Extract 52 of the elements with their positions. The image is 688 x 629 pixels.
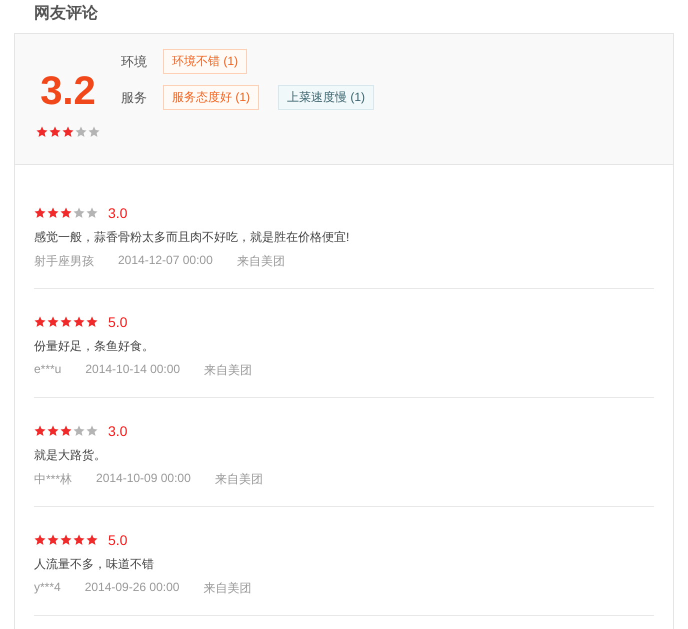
star-icon <box>36 126 48 138</box>
star-icon <box>60 316 72 328</box>
review-user: y***4 <box>34 580 61 596</box>
star-icon <box>86 316 98 328</box>
star-icon <box>47 534 59 546</box>
star-icon <box>73 207 85 219</box>
star-icon <box>86 207 98 219</box>
star-icon <box>62 126 74 138</box>
star-icon <box>88 126 100 138</box>
review-source: 来自美团 <box>214 471 263 488</box>
star-icon <box>60 207 72 219</box>
star-icon <box>75 126 87 138</box>
review-score: 5.0 <box>108 532 128 548</box>
review-text: 人流量不多，味道不错 <box>34 556 155 573</box>
review-time: 2014-12-07 00:00 <box>118 253 213 269</box>
category-label: 服务 <box>121 88 148 106</box>
category-label: 环境 <box>121 52 148 70</box>
review-text: 就是大路货。 <box>34 447 107 464</box>
star-icon <box>47 316 59 328</box>
review-time: 2014-10-14 00:00 <box>85 362 180 378</box>
review-source: 来自美团 <box>203 580 252 597</box>
section-title: 网友评论 <box>33 4 99 24</box>
star-icon <box>73 534 85 546</box>
review-tag[interactable]: 上菜速度慢 (1) <box>278 85 374 110</box>
review-text: 份量好足，条鱼好食。 <box>34 338 155 355</box>
star-icon <box>49 126 61 138</box>
review-source: 来自美团 <box>236 253 285 270</box>
star-icon <box>34 207 46 219</box>
review-tag[interactable]: 环境不错 (1) <box>163 49 247 74</box>
star-icon <box>73 316 85 328</box>
star-icon <box>60 534 72 546</box>
star-icon <box>86 534 98 546</box>
star-icon <box>47 207 59 219</box>
review-text: 感觉一般，蒜香骨粉太多而且肉不好吃，就是胜在价格便宜! <box>34 229 350 246</box>
review-tag[interactable]: 服务态度好 (1) <box>163 85 259 110</box>
star-icon <box>34 425 46 437</box>
review-user: e***u <box>34 362 62 378</box>
star-icon <box>60 425 72 437</box>
review-score: 3.0 <box>108 205 128 221</box>
star-icon <box>86 425 98 437</box>
review-user: 射手座男孩 <box>34 253 94 270</box>
review-source: 来自美团 <box>204 362 252 379</box>
review-time: 2014-10-09 00:00 <box>96 471 191 487</box>
review-score: 3.0 <box>108 423 128 439</box>
star-icon <box>47 425 59 437</box>
average-score: 3.2 <box>40 70 96 112</box>
star-icon <box>73 425 85 437</box>
star-icon <box>34 316 46 328</box>
star-icon <box>34 534 46 546</box>
review-time: 2014-09-26 00:00 <box>84 580 180 596</box>
review-user: 中***林 <box>34 471 72 488</box>
review-score: 5.0 <box>108 314 128 330</box>
